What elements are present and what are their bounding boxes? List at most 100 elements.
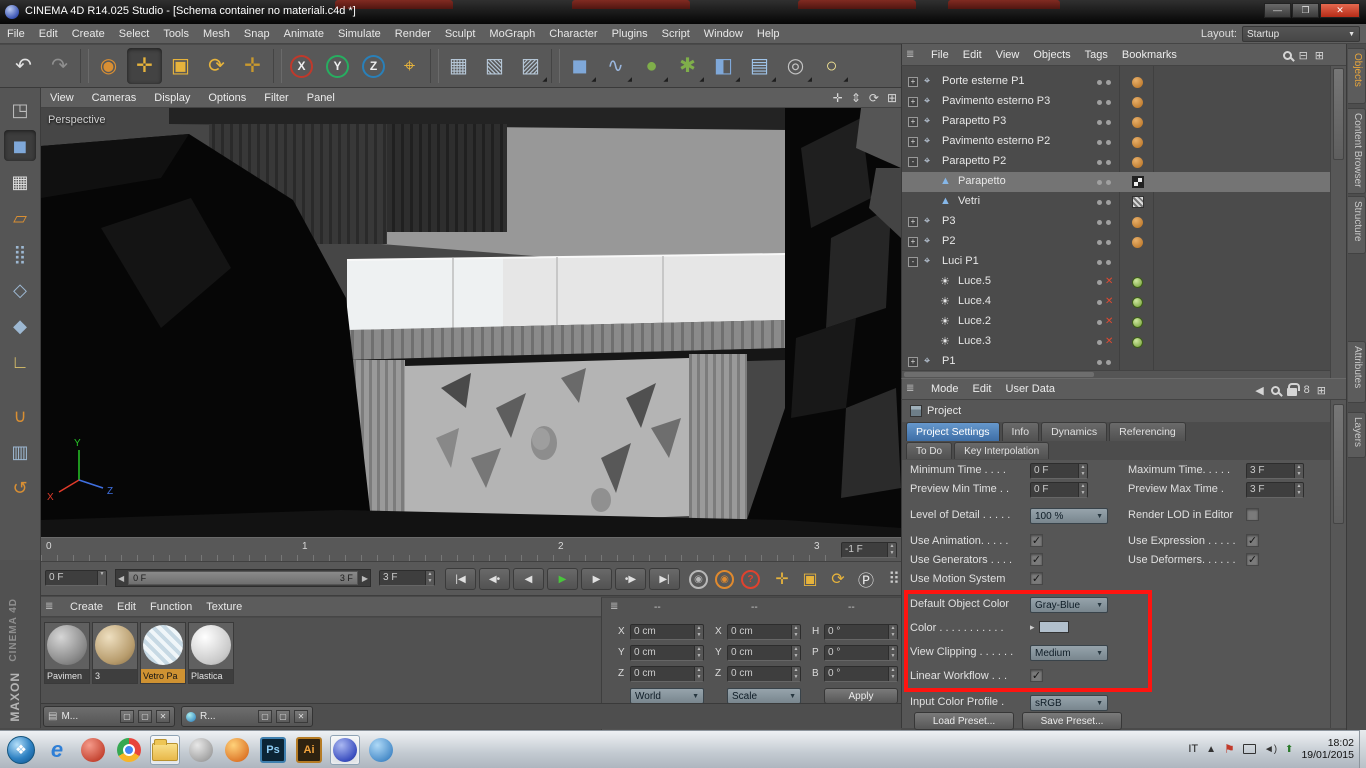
color-swatch-box[interactable] [1038, 621, 1069, 633]
lock-x-axis-button[interactable]: X [284, 48, 319, 84]
menu-mograph[interactable]: MoGraph [482, 24, 542, 44]
rotate-icon[interactable]: ⟳ [825, 567, 851, 591]
render-disabled-icon[interactable]: ✕ [1105, 316, 1113, 327]
maximize-button[interactable]: ▢ [138, 710, 152, 723]
play-button[interactable]: ▶ [547, 568, 578, 590]
stepper-field[interactable]: 3 F ▲ ▼ [1246, 463, 1304, 479]
column-header[interactable]: -- [848, 602, 855, 613]
dropdown[interactable]: 100 % ▼ [1030, 508, 1108, 524]
menu-mesh[interactable]: Mesh [196, 24, 237, 44]
object-row[interactable]: + ⌖ P3 [902, 212, 1330, 232]
dock-tab-content-browser[interactable]: Content Browser [1348, 108, 1366, 194]
model-mode-button[interactable]: ◼ [4, 130, 36, 161]
expand-icon[interactable]: + [908, 77, 918, 87]
viewport-menu-options[interactable]: Options [199, 88, 255, 108]
range-thumb[interactable]: 0 F 3 F [128, 571, 358, 585]
vertical-scrollbar[interactable] [1330, 66, 1346, 378]
color-swatch[interactable]: ▸ [1030, 621, 1069, 633]
render-visibility-dot[interactable] [1106, 120, 1111, 125]
viewport-menu-display[interactable]: Display [145, 88, 199, 108]
stepper-arrows[interactable]: ▲ ▼ [1294, 464, 1303, 478]
make-editable-button[interactable]: ◳ [4, 94, 36, 125]
app-gray-icon[interactable] [186, 735, 216, 765]
stepper-arrows[interactable]: ▲ ▼ [694, 625, 703, 639]
stepper-arrows[interactable]: ▲ ▼ [694, 667, 703, 681]
editor-visibility-dot[interactable] [1097, 340, 1102, 345]
stepper-arrows[interactable]: ▲ ▼ [1078, 464, 1087, 478]
object-name[interactable]: Parapetto [958, 175, 1006, 187]
tab-key-interpolation[interactable]: Key Interpolation [954, 442, 1050, 459]
tray-clock[interactable]: 18:02 19/01/2015 [1301, 737, 1354, 761]
timeline-range-slider[interactable]: ◀ 0 F 3 F ▶ [115, 569, 371, 587]
materials-menu-function[interactable]: Function [143, 597, 199, 617]
object-row[interactable]: - ⌖ Parapetto P2 [902, 152, 1330, 172]
material-item[interactable]: 3 [92, 622, 138, 684]
render-settings-button[interactable]: ▨ ◢ [513, 48, 548, 84]
coordinate-system-button[interactable]: ⌖ [392, 48, 427, 84]
coordinate-field[interactable]: 0 ° ▲ ▼ [824, 666, 898, 682]
render-region-button[interactable]: ▧ [477, 48, 512, 84]
menu-file[interactable]: File [0, 24, 32, 44]
stepper-arrows[interactable]: ▲ ▼ [694, 646, 703, 660]
light-tag-icon[interactable] [1132, 297, 1143, 308]
om-menu-file[interactable]: File [924, 44, 956, 66]
chevron-down-icon[interactable]: ▼ [97, 571, 106, 585]
object-name[interactable]: Luci P1 [942, 255, 979, 267]
app-blue-icon[interactable] [366, 735, 396, 765]
expand-arrow-icon[interactable]: ▸ [1030, 622, 1035, 633]
close-button[interactable]: ✕ [156, 710, 170, 723]
coordinate-field[interactable]: 0 ° ▲ ▼ [824, 645, 898, 661]
search-icon[interactable] [1270, 385, 1280, 395]
move-icon[interactable]: ✛ [769, 567, 795, 591]
object-name[interactable]: P2 [942, 235, 955, 247]
editor-visibility-dot[interactable] [1097, 140, 1102, 145]
collapse-all-icon[interactable]: ⊟ [1299, 49, 1308, 62]
object-row[interactable]: + ⌖ P1 [902, 352, 1330, 372]
goto-start-button[interactable]: |◀ [445, 568, 476, 590]
redo-button[interactable]: ↷ [42, 48, 77, 84]
texture-tag-icon[interactable] [1132, 176, 1144, 188]
zoom-view-icon[interactable]: ⇕ [851, 91, 861, 105]
object-row[interactable]: + ⌖ P2 [902, 232, 1330, 252]
compositing-tag-icon[interactable] [1132, 217, 1143, 228]
menu-animate[interactable]: Animate [277, 24, 331, 44]
editor-visibility-dot[interactable] [1097, 160, 1102, 165]
object-row[interactable]: + ⌖ Pavimento esterno P2 [902, 132, 1330, 152]
object-row[interactable]: ☀ Luce.3 ✕ [902, 332, 1330, 352]
stepper-arrows[interactable]: ▲ ▼ [887, 543, 896, 557]
coords-icon[interactable]: Ⓟ [853, 567, 879, 591]
media-player-icon[interactable] [78, 735, 108, 765]
tab-referencing[interactable]: Referencing [1109, 422, 1186, 441]
menu-sculpt[interactable]: Sculpt [438, 24, 483, 44]
object-row[interactable]: + ⌖ Porte esterne P1 [902, 72, 1330, 92]
render-visibility-dot[interactable] [1106, 220, 1111, 225]
viewport-menu-panel[interactable]: Panel [298, 88, 344, 108]
snap-toggle-button[interactable]: ∪ [4, 400, 36, 431]
attr-menu-edit[interactable]: Edit [966, 378, 999, 400]
layout-dropdown[interactable]: Startup ▼ [1242, 26, 1360, 42]
record-button[interactable]: ◉ [689, 570, 708, 589]
om-menu-objects[interactable]: Objects [1026, 44, 1077, 66]
timeline-ruler[interactable]: 0 1 2 3 -1 F ▲ ▼ [41, 537, 901, 562]
cinema4d-icon[interactable] [330, 734, 360, 765]
rotate-view-icon[interactable]: ⟳ [869, 91, 879, 105]
checkbox[interactable]: ✓ [1030, 553, 1043, 566]
object-name[interactable]: Pavimento esterno P2 [942, 135, 1050, 147]
prev-key-button[interactable]: ◀• [479, 568, 510, 590]
scrollbar-thumb[interactable] [904, 372, 1094, 377]
history-back-icon[interactable]: ◀ [1255, 384, 1263, 397]
stepper-arrows[interactable]: ▲ ▼ [791, 646, 800, 660]
object-name[interactable]: Vetri [958, 195, 980, 207]
lock-y-axis-button[interactable]: Y [320, 48, 355, 84]
object-name[interactable]: P3 [942, 215, 955, 227]
object-name[interactable]: Porte esterne P1 [942, 75, 1025, 87]
close-button[interactable]: ✕ [1320, 3, 1360, 18]
add-camera-button[interactable]: ◎ ◢ [778, 48, 813, 84]
editor-visibility-dot[interactable] [1097, 220, 1102, 225]
expand-icon[interactable]: + [908, 117, 918, 127]
last-used-tool-button[interactable]: ✛ [235, 48, 270, 84]
material-item[interactable]: Plastica [188, 622, 234, 684]
add-light-button[interactable]: ○ ◢ [814, 48, 849, 84]
render-visibility-dot[interactable] [1106, 200, 1111, 205]
compositing-tag-icon[interactable] [1132, 237, 1143, 248]
